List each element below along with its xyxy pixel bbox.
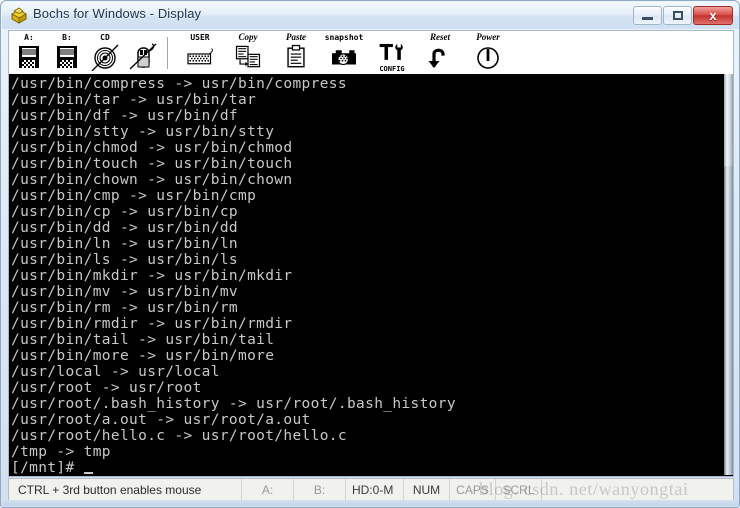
terminal-screen[interactable]: /usr/bin/compress -> usr/bin/compress/us… — [9, 74, 724, 475]
config-label: CONFIG — [379, 64, 405, 73]
terminal-line: /usr/bin/stty -> usr/bin/stty — [11, 124, 275, 140]
user-label: USER — [190, 32, 210, 42]
minimize-button[interactable] — [633, 6, 662, 25]
status-hard-disk[interactable]: HD:0-M — [346, 479, 404, 500]
terminal-line: /usr/bin/chmod -> usr/bin/chmod — [11, 140, 293, 156]
vga-display-area[interactable]: /usr/bin/compress -> usr/bin/compress/us… — [8, 74, 734, 477]
terminal-prompt: [/mnt]# — [11, 460, 84, 475]
window-title: Bochs for Windows - Display — [33, 6, 202, 21]
terminal-line: /usr/bin/compress -> usr/bin/compress — [11, 76, 347, 92]
toolbar-button-copy[interactable]: Copy — [225, 31, 271, 73]
camera-icon — [332, 49, 356, 65]
floppy-b-icon — [57, 45, 77, 68]
terminal-line: /usr/bin/touch -> usr/bin/touch — [11, 156, 293, 172]
reset-label: Reset — [430, 31, 450, 42]
terminal-line: /usr/bin/df -> usr/bin/df — [11, 108, 238, 124]
paste-icon — [287, 44, 305, 67]
toolbar-separator — [167, 36, 168, 69]
terminal-line: /usr/bin/more -> usr/bin/more — [11, 348, 275, 364]
cdrom-label: CD — [100, 32, 110, 42]
status-filler — [542, 479, 733, 500]
terminal-prompt-line: [/mnt]# — [11, 460, 724, 475]
window-bottom-frame — [2, 500, 739, 506]
status-message: CTRL + 3rd button enables mouse — [9, 479, 242, 500]
close-icon: x — [709, 8, 717, 23]
terminal-cursor — [83, 472, 93, 474]
copy-label: Copy — [238, 31, 258, 42]
toolbar-button-power[interactable]: Power — [465, 31, 511, 73]
terminal-line: /usr/bin/rmdir -> usr/bin/rmdir — [11, 316, 293, 332]
terminal-line: /usr/bin/rm -> usr/bin/rm — [11, 300, 238, 316]
snapshot-label: snapshot — [324, 32, 364, 42]
terminal-line: /usr/bin/mkdir -> usr/bin/mkdir — [11, 268, 293, 284]
toolbar-button-floppy-b[interactable]: B: — [49, 33, 85, 73]
reset-icon — [428, 48, 445, 68]
toolbar-button-cdrom[interactable]: CD — [87, 33, 123, 73]
toolbar-button-mouse[interactable] — [125, 33, 161, 73]
close-button[interactable]: x — [693, 6, 733, 25]
power-label: Power — [476, 31, 500, 42]
vga-scrollbar[interactable] — [722, 74, 733, 475]
status-num-lock[interactable]: NUM — [404, 479, 450, 500]
status-floppy-a[interactable]: A: — [242, 479, 294, 500]
minimize-icon — [642, 17, 653, 20]
maximize-button[interactable] — [663, 6, 692, 25]
power-icon — [477, 46, 499, 69]
toolbar-button-floppy-a[interactable]: A: — [11, 33, 47, 73]
toolbar: A: B: CD USER Copy Paste snapshot CONFIG… — [8, 30, 734, 74]
cdrom-icon — [91, 44, 119, 71]
terminal-line: /usr/root/.bash_history -> usr/root/.bas… — [11, 396, 456, 412]
terminal-line: /usr/root/a.out -> usr/root/a.out — [11, 412, 311, 428]
keyboard-icon — [187, 47, 213, 64]
mouse-icon — [129, 42, 157, 69]
terminal-line: /tmp -> tmp — [11, 444, 111, 460]
maximize-icon — [672, 11, 683, 20]
config-tools-icon — [379, 43, 403, 60]
floppy-b-label: B: — [62, 32, 72, 42]
floppy-a-label: A: — [24, 32, 34, 42]
terminal-line: /usr/root -> usr/root — [11, 380, 202, 396]
copy-icon — [235, 45, 261, 67]
status-bar: CTRL + 3rd button enables mouse A: B: HD… — [8, 478, 734, 501]
toolbar-button-paste[interactable]: Paste — [273, 31, 319, 73]
terminal-line: /usr/bin/dd -> usr/bin/dd — [11, 220, 238, 236]
status-floppy-b[interactable]: B: — [294, 479, 346, 500]
terminal-line: /usr/bin/tar -> usr/bin/tar — [11, 92, 257, 108]
bochs-box-icon — [10, 7, 28, 24]
floppy-a-icon — [19, 45, 39, 68]
terminal-line: /usr/root/hello.c -> usr/root/hello.c — [11, 428, 347, 444]
toolbar-button-reset[interactable]: Reset — [417, 31, 463, 73]
status-scroll-lock[interactable]: SCRL — [496, 479, 542, 500]
vga-scrollbar-thumb[interactable] — [722, 74, 733, 166]
terminal-line: /usr/bin/ls -> usr/bin/ls — [11, 252, 238, 268]
status-caps-lock[interactable]: CAPS — [450, 479, 496, 500]
paste-label: Paste — [286, 31, 306, 42]
terminal-line: /usr/bin/mv -> usr/bin/mv — [11, 284, 238, 300]
title-bar: Bochs for Windows - Display x — [2, 2, 739, 29]
terminal-line: /usr/bin/ln -> usr/bin/ln — [11, 236, 238, 252]
terminal-line: /usr/bin/cmp -> usr/bin/cmp — [11, 188, 257, 204]
toolbar-button-user[interactable]: USER — [177, 33, 223, 73]
toolbar-button-config[interactable]: CONFIG — [369, 33, 415, 73]
terminal-line: /usr/local -> usr/local — [11, 364, 220, 380]
terminal-line: /usr/bin/chown -> usr/bin/chown — [11, 172, 293, 188]
terminal-line: /usr/bin/tail -> usr/bin/tail — [11, 332, 275, 348]
toolbar-button-snapshot[interactable]: snapshot — [321, 33, 367, 73]
bochs-window: Bochs for Windows - Display x A: B: CD U… — [0, 0, 740, 508]
terminal-line: /usr/bin/cp -> usr/bin/cp — [11, 204, 238, 220]
